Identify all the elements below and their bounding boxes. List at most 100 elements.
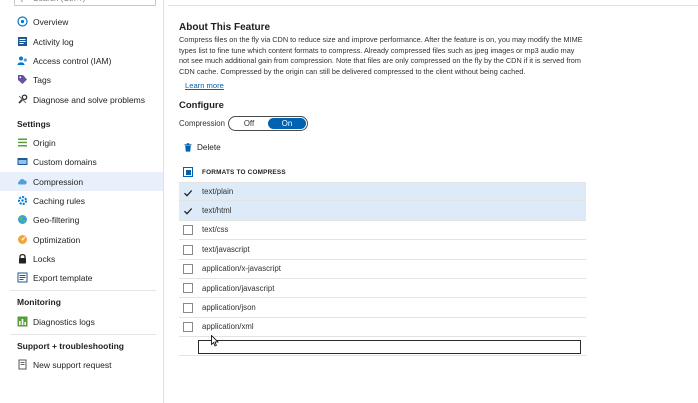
caching-rules-icon [17,195,28,206]
nav-item-optimization[interactable]: Optimization [0,230,163,249]
support-request-icon [17,359,28,370]
format-cell: application/javascript [202,283,275,293]
table-row[interactable]: application/javascript [179,279,586,299]
format-cell: application/xml [202,322,254,332]
main-content: About This Feature Compress files on the… [164,0,698,403]
row-checkbox[interactable] [183,322,193,333]
nav-item-label: Access control (IAM) [33,55,112,66]
nav-item-activity-log[interactable]: Activity log [0,32,163,51]
row-checkbox[interactable] [183,206,193,216]
format-cell: text/plain [202,187,234,197]
nav-item-locks[interactable]: Locks [0,249,163,268]
toggle-off-option[interactable]: Off [230,118,268,129]
search-input[interactable] [15,0,155,5]
nav-item-geo-filtering[interactable]: Geo-filtering [0,210,163,229]
nav-item-compression[interactable]: Compression [0,172,163,191]
nav-item-label: Diagnostics logs [33,316,95,327]
nav-item-diagnostics-logs[interactable]: Diagnostics logs [0,312,163,331]
configure-title: Configure [179,100,224,111]
format-cell: application/x-javascript [202,264,281,274]
nav-item-label: Geo-filtering [33,214,80,225]
sidebar-divider [10,334,156,335]
nav-item-label: Optimization [33,234,81,245]
export-template-icon [17,272,28,283]
row-checkbox[interactable] [183,264,193,275]
trash-icon [184,143,192,152]
wrench-icon [17,94,28,105]
nav-item-tags[interactable]: Tags [0,70,163,89]
compression-toggle[interactable]: Off On [228,116,308,131]
learn-more-link[interactable]: Learn more [185,81,224,90]
nav-item-access-control[interactable]: Access control (IAM) [0,51,163,70]
format-cell: text/css [202,225,229,235]
about-title: About This Feature [179,22,271,33]
nav-item-export-template[interactable]: Export template [0,268,163,287]
checkmark-icon [184,207,193,215]
row-checkbox[interactable] [183,188,193,198]
formats-table: FORMATS TO COMPRESS text/plain text/html t… [179,162,586,357]
nav-item-caching-rules[interactable]: Caching rules [0,191,163,210]
table-row[interactable]: text/html [179,201,586,221]
origin-icon [17,137,28,148]
nav-item-label: Export template [33,272,93,283]
nav-item-label: Locks [33,253,56,264]
column-header-formats: FORMATS TO COMPRESS [202,168,286,176]
new-format-row [179,337,586,357]
compression-icon [17,176,28,187]
nav-item-overview[interactable]: Overview [0,12,163,31]
nav-item-label: Custom domains [33,156,97,167]
search-icon: ⚲ [19,0,25,3]
table-row[interactable]: application/xml [179,318,586,338]
nav-item-label: Compression [33,176,84,187]
section-title-monitoring: Monitoring [17,297,61,307]
toggle-on-option[interactable]: On [268,118,306,129]
select-all-checkbox[interactable] [183,167,193,177]
diagnostics-logs-icon [17,316,28,327]
globe-icon [17,214,28,225]
table-row[interactable]: text/javascript [179,240,586,260]
sidebar-divider [10,290,156,291]
checkmark-icon [184,189,193,197]
optimization-icon [17,234,28,245]
nav-item-label: New support request [33,359,112,370]
feature-description: Compress files on the fly via CDN to red… [179,35,583,76]
nav-item-label: Caching rules [33,195,85,206]
table-row[interactable]: text/css [179,221,586,241]
nav-item-new-support-request[interactable]: New support request [0,355,163,374]
nav-item-label: Activity log [33,36,74,47]
nav-item-diagnose[interactable]: Diagnose and solve problems [0,90,163,109]
top-strip [168,0,698,6]
row-checkbox[interactable] [183,283,193,294]
section-title-support: Support + troubleshooting [17,341,124,351]
format-cell: text/javascript [202,244,250,254]
mouse-cursor-icon [211,334,219,349]
custom-domains-icon [17,156,28,167]
tag-icon [17,74,28,85]
new-format-input[interactable] [198,340,581,355]
delete-label: Delete [197,143,221,152]
row-checkbox[interactable] [183,225,193,236]
sidebar: ⚲ Overview Activity log Access control (… [0,0,164,403]
table-row[interactable]: text/plain [179,182,586,202]
table-row[interactable]: application/json [179,298,586,318]
table-header: FORMATS TO COMPRESS [179,162,586,182]
compression-label: Compression [179,119,225,128]
row-checkbox[interactable] [183,244,193,255]
overview-icon [17,16,28,27]
nav-item-label: Tags [33,74,51,85]
format-cell: text/html [202,206,232,216]
access-control-icon [17,55,28,66]
nav-item-origin[interactable]: Origin [0,133,163,152]
format-cell: application/json [202,303,256,313]
nav-item-label: Overview [33,16,69,27]
nav-item-label: Diagnose and solve problems [33,94,145,105]
lock-icon [17,253,28,264]
delete-button[interactable]: Delete [184,143,221,152]
nav-item-label: Origin [33,137,56,148]
activity-log-icon [17,36,28,47]
row-checkbox[interactable] [183,302,193,313]
search-box[interactable]: ⚲ [14,0,156,6]
section-title-settings: Settings [17,119,51,129]
table-row[interactable]: application/x-javascript [179,260,586,279]
nav-item-custom-domains[interactable]: Custom domains [0,152,163,171]
